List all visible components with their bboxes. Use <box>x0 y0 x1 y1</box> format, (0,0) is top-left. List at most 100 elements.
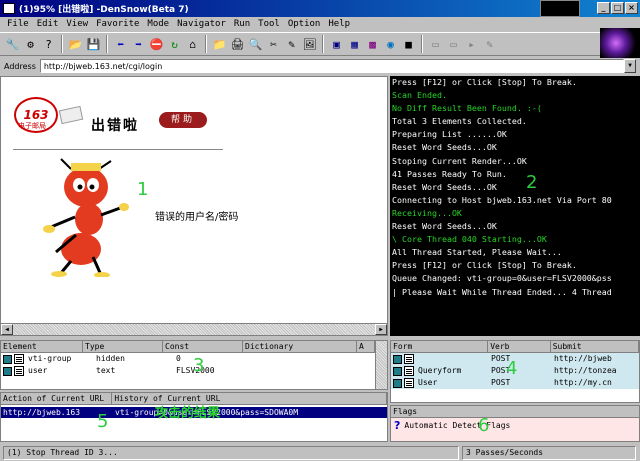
flag-item[interactable]: ? Automatic Detect Flags <box>391 418 639 432</box>
col-submit[interactable]: Submit <box>550 341 639 353</box>
console-line: Press [F12] or Click [Stop] To Break. <box>392 77 577 87</box>
grid-icon[interactable]: ▦ <box>346 35 363 53</box>
tag-icon[interactable]: ▭ <box>427 35 444 53</box>
scroll-track[interactable] <box>13 324 375 335</box>
forms-table-header: Form Verb Submit <box>391 341 639 353</box>
console-line: Total 3 Elements Collected. <box>392 116 527 127</box>
row-checkbox[interactable] <box>3 354 12 364</box>
console-line: No Diff Result Been Found. :-( <box>392 103 542 114</box>
toolbar-separator <box>322 35 324 53</box>
cell-verb: POST <box>491 378 511 387</box>
scroll-right-icon[interactable]: ▶ <box>375 324 387 335</box>
document-icon <box>404 378 414 388</box>
menu-mode[interactable]: Mode <box>143 19 173 29</box>
folder-icon[interactable]: 📁 <box>211 35 228 53</box>
scroll-left-icon[interactable]: ◀ <box>1 324 13 335</box>
toolbar-separator <box>61 35 63 53</box>
cell-form: Queryform <box>418 366 462 375</box>
col-form[interactable]: Form <box>391 341 489 353</box>
menu-favorite[interactable]: Favorite <box>92 19 143 29</box>
row-checkbox[interactable] <box>393 354 402 364</box>
ant-mascot-image <box>43 158 129 277</box>
open-icon[interactable]: 📂 <box>67 35 84 53</box>
image-icon[interactable]: 🖼 <box>301 35 318 53</box>
col-element[interactable]: Element <box>1 341 83 353</box>
menu-bar: File Edit View Favorite Mode Navigator R… <box>0 17 640 31</box>
menu-file[interactable]: File <box>3 19 33 29</box>
question-icon: ? <box>394 418 401 432</box>
row-checkbox[interactable] <box>393 378 402 388</box>
col-action[interactable]: Action of Current URL <box>1 393 113 405</box>
cell-submit: http://bjweb <box>554 354 612 363</box>
menu-help[interactable]: Help <box>324 19 354 29</box>
row-checkbox[interactable] <box>3 366 12 376</box>
menu-view[interactable]: View <box>62 19 92 29</box>
refresh-icon[interactable]: ↻ <box>166 35 183 53</box>
title-indicator <box>540 0 580 17</box>
forward-icon[interactable]: ➡ <box>130 35 147 53</box>
col-history[interactable]: History of Current URL <box>112 393 387 405</box>
window-icon[interactable]: ▣ <box>328 35 345 53</box>
status-right: 3 Passes/Seconds <box>462 445 636 460</box>
monitor-icon[interactable]: ■ <box>400 35 417 53</box>
console-line: Reset Word Seeds...OK <box>392 181 497 192</box>
settings-icon[interactable]: ⚙ <box>22 35 39 53</box>
console-line: All Thread Started, Please Wait... <box>392 247 562 258</box>
col-a[interactable]: A <box>357 341 375 353</box>
browser-horizontal-scrollbar[interactable]: ◀ ▶ <box>1 323 387 335</box>
menu-navigator[interactable]: Navigator <box>173 19 230 29</box>
tools-icon[interactable]: 🔧 <box>4 35 21 53</box>
col-const[interactable]: Const <box>163 341 243 353</box>
maximize-button[interactable]: □ <box>611 2 624 14</box>
home-icon[interactable]: ⌂ <box>184 35 201 53</box>
app-logo <box>600 28 640 58</box>
edit-icon[interactable]: ✎ <box>481 35 498 53</box>
elements-vertical-scrollbar[interactable] <box>375 341 387 389</box>
flag-label: Automatic Detect Flags <box>404 420 511 430</box>
play-icon[interactable]: ▸ <box>463 35 480 53</box>
console-line: Preparing List ......OK <box>392 129 507 140</box>
address-input[interactable]: http://bjweb.163.net/cgi/login <box>39 59 624 73</box>
callout-5: 5 <box>97 411 109 432</box>
row-checkbox[interactable] <box>393 366 402 376</box>
close-button[interactable]: × <box>625 2 638 14</box>
console-line: 41 Passes Ready To Run. <box>392 168 507 179</box>
help-button[interactable]: 帮助 <box>159 112 207 128</box>
menu-edit[interactable]: Edit <box>33 19 63 29</box>
cell-submit: http://my.cn <box>554 378 612 387</box>
cell-verb: POST <box>491 366 511 375</box>
cell-type: hidden <box>96 354 125 363</box>
help-icon[interactable]: ? <box>40 35 57 53</box>
print-icon[interactable]: 🖨 <box>229 35 246 53</box>
result-overlay-text: 攻击的结果 <box>155 406 221 421</box>
toolbar-separator <box>106 35 108 53</box>
globe-icon[interactable]: ◉ <box>382 35 399 53</box>
address-dropdown-icon[interactable]: ▼ <box>624 59 636 73</box>
flags-header: Flags <box>391 406 639 418</box>
status-left: (1) Stop Thread ID 3... <box>3 445 459 460</box>
cell-element: user <box>28 366 48 375</box>
minimize-button[interactable]: _ <box>597 2 610 14</box>
address-bar: Address http://bjweb.163.net/cgi/login ▼ <box>0 58 640 74</box>
palette-icon[interactable]: ▩ <box>364 35 381 53</box>
cell-const: FLSV2000 <box>176 366 215 375</box>
pin-icon[interactable]: ▭ <box>445 35 462 53</box>
pencil-icon[interactable]: ✎ <box>283 35 300 53</box>
menu-run[interactable]: Run <box>230 19 254 29</box>
toolbar: 🔧 ⚙ ? 📂 💾 ⬅ ➡ ⛔ ↻ ⌂ 📁 🖨 🔍 ✂ ✎ 🖼 ▣ ▦ ▩ ◉ … <box>0 32 600 56</box>
callout-3: 3 <box>193 355 205 376</box>
cell-const: 0 <box>176 354 181 363</box>
col-type[interactable]: Type <box>83 341 163 353</box>
back-icon[interactable]: ⬅ <box>112 35 129 53</box>
menu-tool[interactable]: Tool <box>254 19 284 29</box>
save-icon[interactable]: 💾 <box>85 35 102 53</box>
document-icon <box>404 354 414 364</box>
cut-icon[interactable]: ✂ <box>265 35 282 53</box>
stop-icon[interactable]: ⛔ <box>148 35 165 53</box>
col-verb[interactable]: Verb <box>488 341 551 353</box>
col-dictionary[interactable]: Dictionary <box>243 341 357 353</box>
callout-2: 2 <box>526 172 538 193</box>
menu-option[interactable]: Option <box>284 19 325 29</box>
find-icon[interactable]: 🔍 <box>247 35 264 53</box>
console-line: Queue Changed: vti-group=0&user=FLSV2000… <box>392 273 612 284</box>
